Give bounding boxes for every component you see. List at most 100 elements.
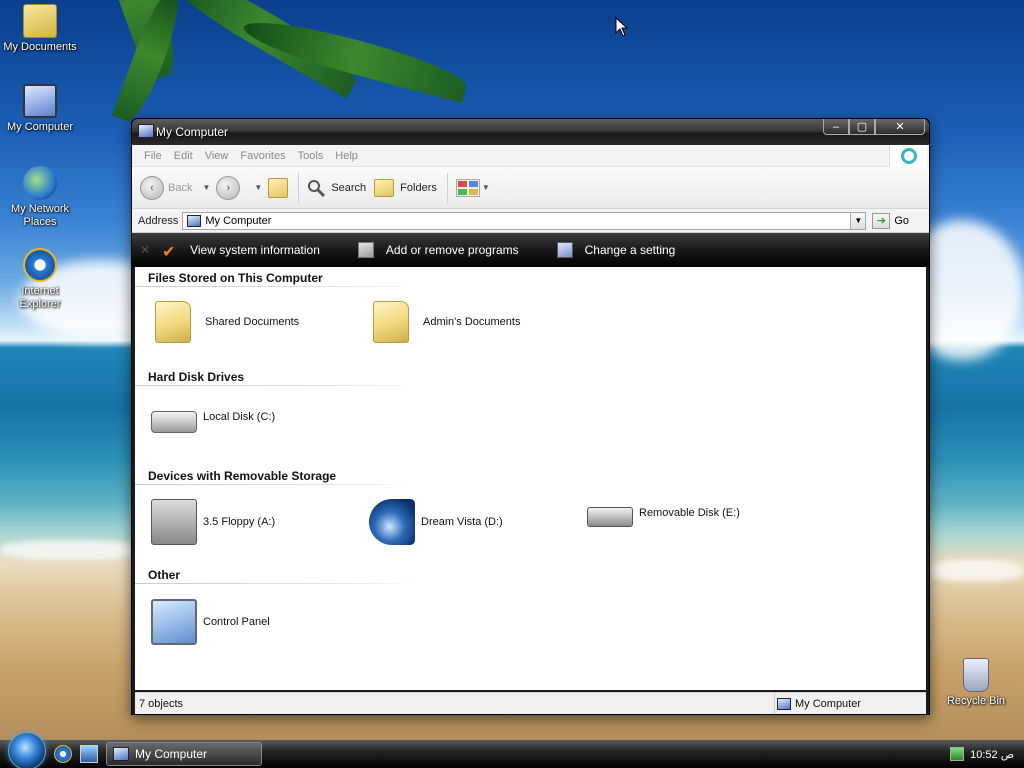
menu-bar: File Edit View Favorites Tools Help bbox=[132, 145, 929, 167]
folders-label: Folders bbox=[400, 181, 437, 194]
back-label: Back bbox=[168, 181, 193, 194]
group-divider bbox=[135, 583, 417, 584]
item-label: Admin's Documents bbox=[423, 316, 521, 328]
documents-folder-icon bbox=[23, 4, 57, 38]
start-button[interactable] bbox=[8, 732, 46, 768]
menu-view[interactable]: View bbox=[199, 150, 235, 162]
task-view-system-information[interactable]: ✔ View system information bbox=[162, 242, 320, 261]
forward-button[interactable]: › bbox=[216, 175, 244, 200]
views-dropdown-arrow-icon: ▼ bbox=[481, 183, 490, 192]
task-add-remove-programs[interactable]: Add or remove programs bbox=[357, 242, 519, 258]
computer-icon bbox=[113, 747, 129, 761]
item-local-disk-c[interactable]: Local Disk (C:) bbox=[151, 401, 275, 433]
status-location: My Computer bbox=[795, 697, 862, 710]
go-label: Go bbox=[894, 214, 910, 227]
address-bar: Address My Computer ▼ ➔ Go bbox=[132, 209, 929, 233]
toolbar-separator bbox=[446, 172, 448, 203]
wave-foam bbox=[0, 540, 140, 560]
views-button[interactable]: ▼ bbox=[455, 178, 496, 197]
desktop-icon-internet-explorer[interactable]: Internet Explorer bbox=[0, 248, 80, 311]
network-places-icon bbox=[23, 166, 57, 200]
title-bar[interactable]: My Computer ‒ ▢ ✕ bbox=[132, 119, 929, 145]
internet-explorer-icon bbox=[23, 248, 57, 282]
maximize-button[interactable]: ▢ bbox=[849, 119, 875, 135]
content-pane: Files Stored on This Computer Shared Doc… bbox=[135, 267, 926, 690]
folder-icon bbox=[155, 301, 191, 343]
my-computer-window: My Computer ‒ ▢ ✕ File Edit View Favorit… bbox=[131, 118, 930, 715]
item-removable-disk-e[interactable]: Removable Disk (E:) bbox=[587, 499, 740, 527]
settings-icon bbox=[556, 242, 573, 258]
wave-foam bbox=[930, 560, 1024, 582]
windows-logo-throbber bbox=[889, 145, 927, 167]
desktop-wallpaper: My Documents My Computer My Network Plac… bbox=[0, 0, 1024, 740]
item-control-panel[interactable]: Control Panel bbox=[151, 599, 270, 645]
up-folder-button[interactable] bbox=[268, 177, 289, 198]
address-dropdown-icon[interactable]: ▼ bbox=[850, 212, 866, 229]
go-button[interactable]: ➔ Go bbox=[872, 212, 910, 229]
network-status-icon[interactable] bbox=[950, 747, 965, 761]
up-folder-icon bbox=[268, 177, 289, 198]
window-title: My Computer bbox=[156, 125, 229, 139]
desktop-icon-my-documents[interactable]: My Documents bbox=[0, 4, 80, 54]
folders-icon bbox=[374, 178, 395, 197]
item-label: Removable Disk (E:) bbox=[639, 507, 740, 519]
menu-edit[interactable]: Edit bbox=[168, 150, 199, 162]
search-button[interactable]: Search bbox=[307, 179, 366, 197]
quicklaunch-show-desktop-icon[interactable] bbox=[80, 745, 98, 763]
address-input[interactable]: My Computer ▼ bbox=[182, 211, 867, 230]
desktop-icon-label: My Network Places bbox=[10, 203, 70, 228]
clock[interactable]: 10:52 ص bbox=[970, 748, 1014, 761]
desktop-icon-label: Recycle Bin bbox=[946, 695, 1006, 707]
programs-icon bbox=[357, 242, 374, 258]
folder-icon bbox=[373, 301, 409, 343]
close-button[interactable]: ✕ bbox=[875, 119, 925, 135]
group-divider bbox=[135, 286, 417, 287]
item-label: Dream Vista (D:) bbox=[421, 516, 503, 528]
group-header-files-stored: Files Stored on This Computer bbox=[148, 271, 323, 285]
taskbar-window-label: My Computer bbox=[135, 747, 208, 761]
forward-arrow-icon: › bbox=[216, 175, 241, 200]
hard-disk-icon bbox=[151, 411, 197, 433]
item-admins-documents[interactable]: Admin's Documents bbox=[369, 301, 520, 343]
group-divider bbox=[135, 484, 417, 485]
item-floppy-a[interactable]: 3.5 Floppy (A:) bbox=[151, 499, 275, 545]
desktop-icon-my-computer[interactable]: My Computer bbox=[0, 84, 80, 134]
go-arrow-icon: ➔ bbox=[872, 212, 891, 229]
control-panel-icon bbox=[151, 599, 197, 645]
close-tasks-icon[interactable]: ✕ bbox=[140, 243, 150, 257]
group-divider bbox=[135, 385, 417, 386]
palm-leaf bbox=[111, 0, 189, 126]
minimize-button[interactable]: ‒ bbox=[823, 119, 849, 135]
task-label: View system information bbox=[190, 243, 320, 257]
group-header-hard-disk-drives: Hard Disk Drives bbox=[148, 370, 245, 384]
group-header-other: Other bbox=[148, 568, 181, 582]
quicklaunch-internet-explorer-icon[interactable] bbox=[54, 745, 72, 763]
menu-tools[interactable]: Tools bbox=[292, 150, 330, 162]
item-shared-documents[interactable]: Shared Documents bbox=[151, 301, 299, 343]
checkmark-icon: ✔ bbox=[162, 244, 176, 261]
computer-icon bbox=[777, 697, 791, 710]
toolbar-separator bbox=[298, 172, 300, 203]
menu-help[interactable]: Help bbox=[329, 150, 364, 162]
group-header-removable-storage: Devices with Removable Storage bbox=[148, 469, 337, 483]
desktop-icon-my-network-places[interactable]: My Network Places bbox=[0, 166, 80, 229]
cd-drive-icon bbox=[369, 499, 415, 545]
item-label: Local Disk (C:) bbox=[203, 411, 276, 423]
desktop-icon-label: Internet Explorer bbox=[19, 285, 61, 310]
status-bar: 7 objects My Computer bbox=[135, 692, 926, 714]
menu-file[interactable]: File bbox=[138, 150, 168, 162]
forward-dropdown-arrow-icon[interactable]: ▼ bbox=[254, 183, 262, 192]
item-label: 3.5 Floppy (A:) bbox=[203, 516, 276, 528]
item-dream-vista-d[interactable]: Dream Vista (D:) bbox=[369, 499, 503, 545]
back-dropdown-arrow-icon[interactable]: ▼ bbox=[202, 183, 210, 192]
folders-button[interactable]: Folders bbox=[374, 178, 437, 197]
taskbar-window-button[interactable]: My Computer bbox=[106, 742, 262, 766]
os-taskbar: My Computer 10:52 ص bbox=[0, 732, 1024, 768]
back-button[interactable]: ‹ Back bbox=[140, 175, 193, 200]
menu-favorites[interactable]: Favorites bbox=[234, 150, 291, 162]
task-change-a-setting[interactable]: Change a setting bbox=[556, 242, 675, 258]
floppy-drive-icon bbox=[151, 499, 197, 545]
desktop-icon-recycle-bin[interactable]: Recycle Bin bbox=[936, 658, 1016, 708]
common-tasks-strip: ✕ ✔ View system information Add or remov… bbox=[132, 233, 929, 267]
task-label: Add or remove programs bbox=[385, 243, 519, 257]
